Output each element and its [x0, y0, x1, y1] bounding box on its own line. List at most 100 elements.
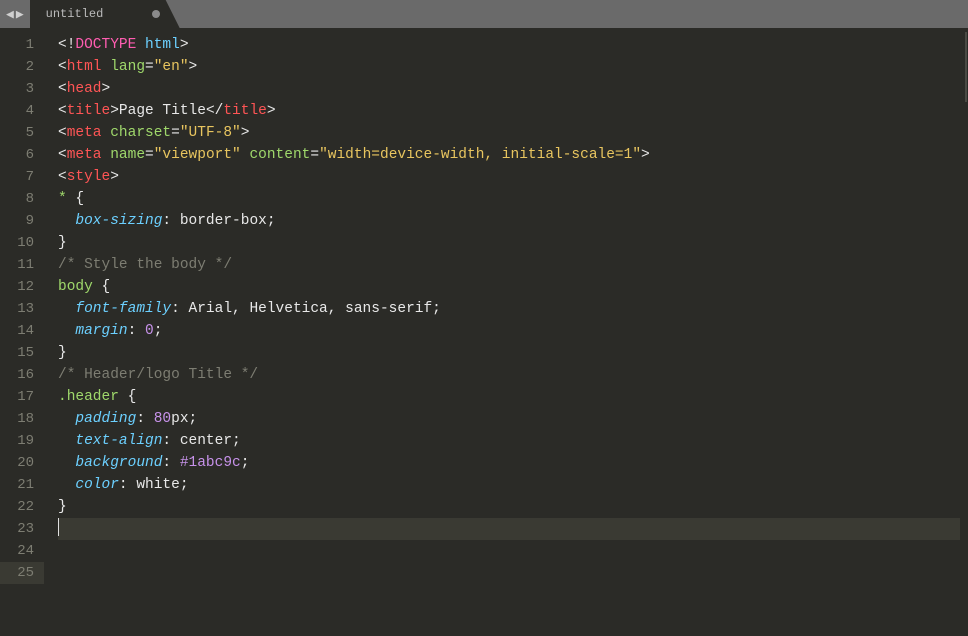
code-token: { [67, 191, 84, 207]
file-tab-title: untitled [46, 7, 104, 21]
tab-nav: ◀ ▶ [0, 0, 30, 28]
code-token: > [110, 169, 119, 185]
code-line[interactable]: margin: 0; [58, 320, 960, 342]
dirty-indicator-icon [152, 10, 160, 18]
code-line[interactable]: <head> [58, 78, 960, 100]
code-token: name [110, 147, 145, 163]
code-token: > [110, 103, 119, 119]
code-token [102, 147, 111, 163]
code-token: = [145, 59, 154, 75]
code-line[interactable]: body { [58, 276, 960, 298]
code-token: } [58, 235, 67, 251]
code-token [102, 125, 111, 141]
line-number[interactable]: 24 [0, 540, 44, 562]
code-token: { [93, 279, 110, 295]
nav-back-icon[interactable]: ◀ [6, 7, 14, 22]
minimap-scrollbar[interactable] [960, 28, 968, 636]
file-tab[interactable]: untitled [30, 0, 180, 28]
code-token: html [67, 59, 102, 75]
code-line[interactable]: .header { [58, 386, 960, 408]
code-token: ; [189, 411, 198, 427]
code-line[interactable]: <!DOCTYPE html> [58, 34, 960, 56]
minimap-track [965, 32, 967, 102]
code-line[interactable]: <meta charset="UTF-8"> [58, 122, 960, 144]
code-token [102, 59, 111, 75]
code-token: Page Title [119, 103, 206, 119]
line-number[interactable]: 13 [0, 298, 44, 320]
code-line[interactable]: } [58, 232, 960, 254]
nav-forward-icon[interactable]: ▶ [16, 7, 24, 22]
line-number[interactable]: 11 [0, 254, 44, 276]
code-token: text-align [75, 433, 162, 449]
line-number[interactable]: 1 [0, 34, 44, 56]
line-number[interactable]: 14 [0, 320, 44, 342]
line-number[interactable]: 6 [0, 144, 44, 166]
line-number[interactable]: 21 [0, 474, 44, 496]
code-line[interactable]: font-family: Arial, Helvetica, sans-seri… [58, 298, 960, 320]
code-token: > [267, 103, 276, 119]
code-token: px [171, 411, 188, 427]
code-line[interactable]: text-align: center; [58, 430, 960, 452]
code-line[interactable]: <meta name="viewport" content="width=dev… [58, 144, 960, 166]
line-number[interactable]: 7 [0, 166, 44, 188]
code-token: lang [110, 59, 145, 75]
code-token: "en" [154, 59, 189, 75]
code-token: <! [58, 37, 75, 53]
line-number-gutter[interactable]: 1234567891011121314151617181920212223242… [0, 28, 44, 636]
code-token: html [145, 37, 180, 53]
code-token: padding [75, 411, 136, 427]
line-number[interactable]: 10 [0, 232, 44, 254]
code-line[interactable]: } [58, 342, 960, 364]
code-line[interactable]: <html lang="en"> [58, 56, 960, 78]
code-line[interactable]: /* Style the body */ [58, 254, 960, 276]
line-number[interactable]: 23 [0, 518, 44, 540]
code-token: ; [267, 213, 276, 229]
line-number[interactable]: 3 [0, 78, 44, 100]
code-line[interactable] [58, 518, 960, 540]
code-line[interactable]: } [58, 496, 960, 518]
text-cursor [58, 518, 59, 536]
line-number[interactable]: 8 [0, 188, 44, 210]
line-number[interactable]: 5 [0, 122, 44, 144]
line-number[interactable]: 17 [0, 386, 44, 408]
line-number[interactable]: 4 [0, 100, 44, 122]
line-number[interactable]: 9 [0, 210, 44, 232]
line-number[interactable]: 22 [0, 496, 44, 518]
code-token: ; [232, 433, 241, 449]
code-line[interactable]: /* Header/logo Title */ [58, 364, 960, 386]
code-line[interactable]: color: white; [58, 474, 960, 496]
line-number[interactable]: 15 [0, 342, 44, 364]
code-token: < [58, 59, 67, 75]
code-line[interactable]: box-sizing: border-box; [58, 210, 960, 232]
code-token: #1abc9c [180, 455, 241, 471]
code-token: box-sizing [75, 213, 162, 229]
line-number[interactable]: 16 [0, 364, 44, 386]
code-token: /* Style the body */ [58, 257, 232, 273]
code-token: "UTF-8" [180, 125, 241, 141]
code-token: font-family [75, 301, 171, 317]
code-token: "viewport" [154, 147, 241, 163]
line-number[interactable]: 25 [0, 562, 44, 584]
code-token: < [58, 147, 67, 163]
code-line[interactable]: <title>Page Title</title> [58, 100, 960, 122]
line-number[interactable]: 2 [0, 56, 44, 78]
code-token: style [67, 169, 111, 185]
code-token: /* Header/logo Title */ [58, 367, 258, 383]
line-number[interactable]: 20 [0, 452, 44, 474]
code-token: { [119, 389, 136, 405]
code-content[interactable]: <!DOCTYPE html><html lang="en"><head><ti… [44, 28, 960, 636]
code-token: "width=device-width, initial-scale=1" [319, 147, 641, 163]
code-line[interactable]: * { [58, 188, 960, 210]
code-token: = [310, 147, 319, 163]
code-token: meta [67, 125, 102, 141]
line-number[interactable]: 19 [0, 430, 44, 452]
code-line[interactable]: <style> [58, 166, 960, 188]
line-number[interactable]: 12 [0, 276, 44, 298]
code-line[interactable]: padding: 80px; [58, 408, 960, 430]
code-line[interactable]: background: #1abc9c; [58, 452, 960, 474]
line-number[interactable]: 18 [0, 408, 44, 430]
code-token: > [241, 125, 250, 141]
code-token: = [145, 147, 154, 163]
code-token: : [162, 213, 179, 229]
code-token: margin [75, 323, 127, 339]
